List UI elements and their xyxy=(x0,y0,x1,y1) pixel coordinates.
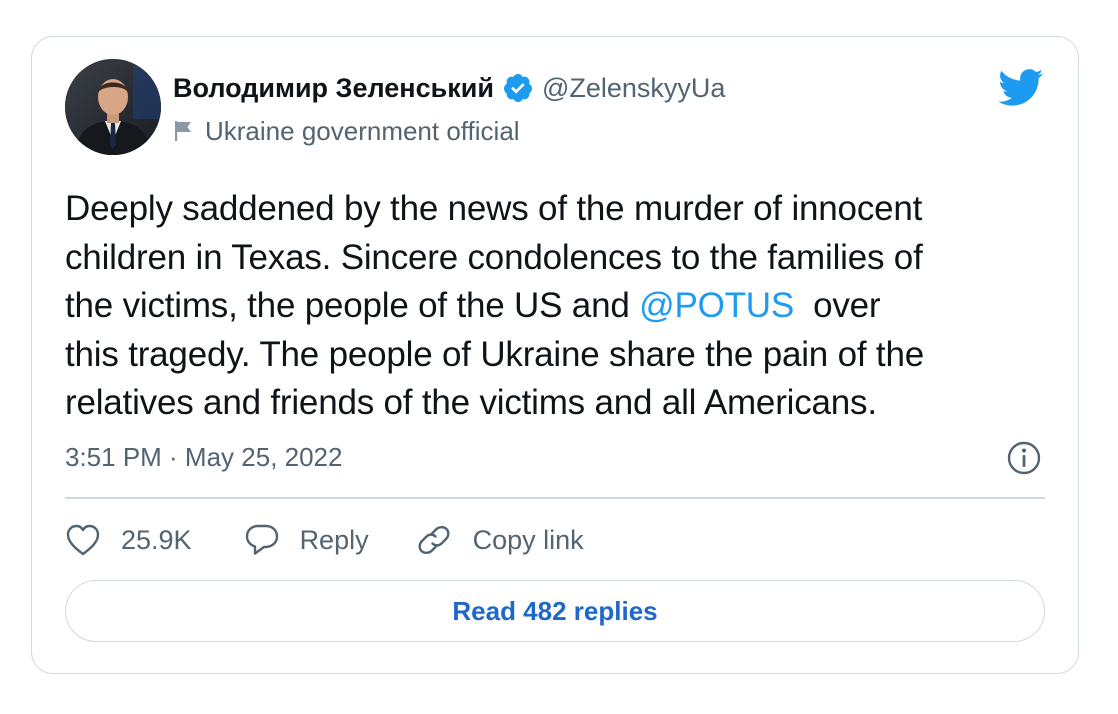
tweet-text-line: this tragedy. The people of Ukraine shar… xyxy=(65,334,924,374)
author-avatar[interactable] xyxy=(65,59,161,155)
author-handle[interactable]: @ZelenskyyUa xyxy=(542,73,725,104)
tweet-text-line: Deeply saddened by the news of the murde… xyxy=(65,189,923,228)
avatar-photo xyxy=(65,59,161,155)
copy-link-label: Copy link xyxy=(472,524,584,555)
heart-icon xyxy=(65,523,101,557)
link-icon xyxy=(415,521,453,559)
like-count: 25.9K xyxy=(121,524,192,555)
tweet-actions: 25.9K Reply Copy link xyxy=(65,517,584,563)
account-label-row: Ukraine government official xyxy=(173,115,520,147)
read-replies-button[interactable]: Read 482 replies xyxy=(65,580,1045,642)
tweet-text: Deeply saddened by the news of the murde… xyxy=(65,185,1055,428)
read-replies-label: Read 482 replies xyxy=(452,595,658,626)
tweet-text-line: the victims, the people of the US and @P… xyxy=(65,286,881,325)
tweet-card: Володимир Зеленський @ZelenskyyUa Ukrain… xyxy=(31,36,1079,674)
info-icon[interactable] xyxy=(1006,440,1042,476)
divider xyxy=(65,497,1045,499)
copy-link-button[interactable]: Copy link xyxy=(415,521,584,559)
mention-link[interactable]: @POTUS xyxy=(639,286,794,325)
reply-button[interactable]: Reply xyxy=(244,522,369,558)
speech-bubble-icon xyxy=(244,522,280,558)
twitter-bird-icon[interactable] xyxy=(998,69,1044,107)
tweet-timestamp[interactable]: 3:51 PM · May 25, 2022 xyxy=(65,442,342,473)
account-label[interactable]: Ukraine government official xyxy=(205,116,520,147)
tweet-text-line: relatives and friends of the victims and… xyxy=(65,383,877,422)
verified-badge-icon xyxy=(502,72,534,104)
flag-icon xyxy=(173,119,195,143)
like-button[interactable]: 25.9K xyxy=(65,523,192,557)
reply-label: Reply xyxy=(299,524,369,555)
tweet-text-line: children in Texas. Sincere condolences t… xyxy=(65,237,923,277)
author-name-row: Володимир Зеленський @ZelenskyyUa xyxy=(173,71,725,105)
author-display-name[interactable]: Володимир Зеленський xyxy=(173,73,494,104)
